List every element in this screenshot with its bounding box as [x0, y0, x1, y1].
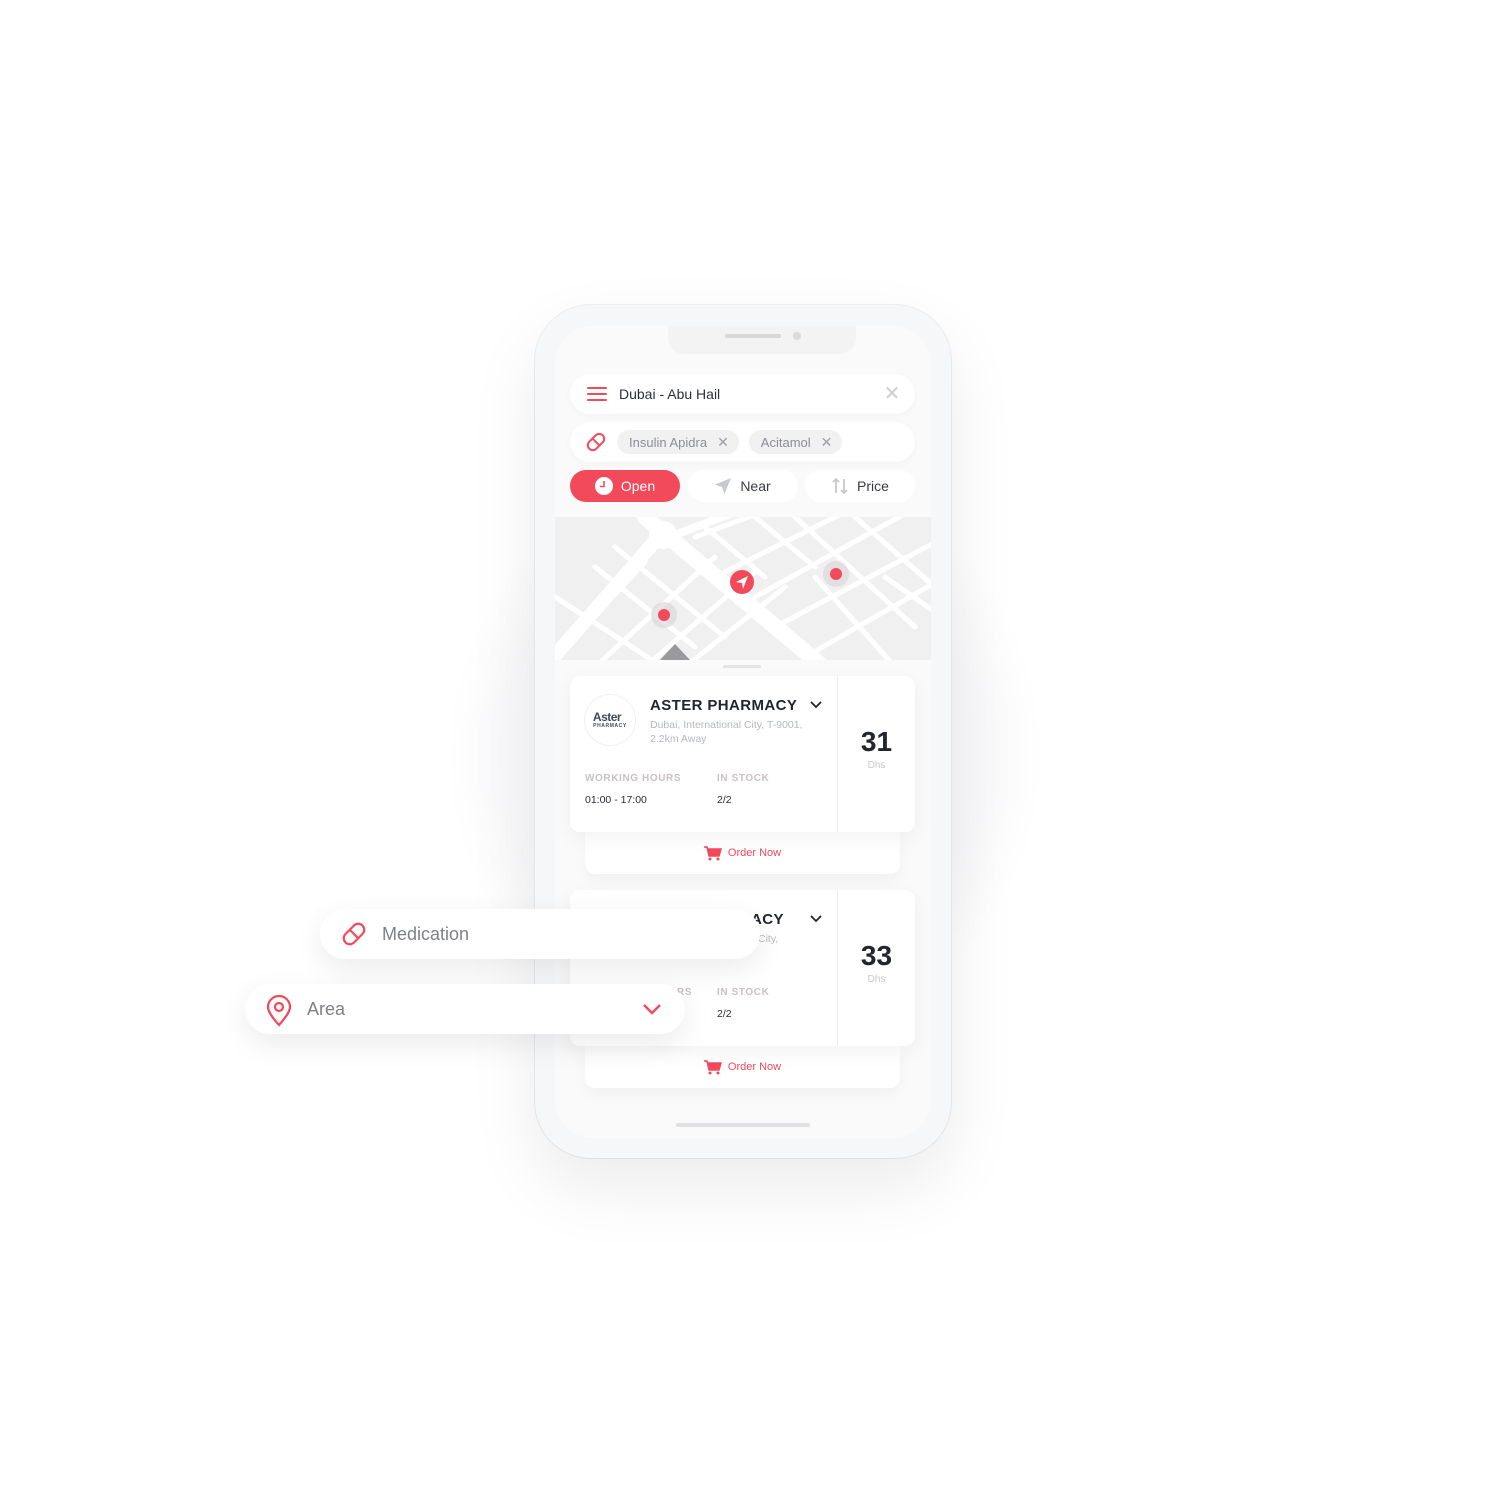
filter-open-button[interactable]: Open — [570, 470, 680, 502]
map-streets — [555, 517, 931, 660]
map-view[interactable] — [555, 517, 931, 660]
current-location-marker[interactable] — [730, 570, 754, 594]
order-now-label: Order Now — [727, 1061, 782, 1073]
pharmacy-name: ASTER PHARMACY — [650, 697, 798, 714]
speaker-grille — [725, 334, 781, 338]
logo-subtext: PHARMACY — [593, 723, 627, 729]
chevron-down-icon[interactable] — [809, 912, 823, 926]
medication-search-bar[interactable]: Insulin Apidra ✕ Acitamol ✕ — [570, 422, 915, 462]
clock-icon — [594, 477, 613, 495]
remove-chip-icon[interactable]: ✕ — [821, 434, 833, 451]
medication-input[interactable]: Medication — [320, 909, 760, 959]
chevron-down-icon[interactable] — [809, 698, 823, 712]
price-value: 31 — [860, 726, 893, 757]
pharmacy-marker[interactable] — [823, 561, 849, 587]
order-now-label: Order Now — [727, 847, 782, 859]
chip-label: Acitamol — [760, 434, 811, 450]
working-hours-label: WORKING HOURS — [585, 773, 682, 784]
close-icon[interactable]: ✕ — [877, 379, 907, 409]
location-pin-icon — [265, 995, 293, 1027]
location-value[interactable]: Dubai - Abu Hail — [619, 386, 877, 402]
in-stock-value: 2/2 — [717, 794, 732, 806]
logo-text: Aster — [592, 710, 622, 724]
pharmacy-marker[interactable] — [651, 602, 677, 628]
front-camera — [793, 332, 801, 340]
chevron-down-icon[interactable] — [641, 1002, 663, 1016]
location-search-bar[interactable]: Dubai - Abu Hail ✕ — [570, 374, 915, 414]
price-column: 33 Dhs — [837, 890, 915, 1046]
filter-bar: Open Near Price — [570, 470, 915, 502]
sheet-drag-handle[interactable] — [723, 665, 761, 668]
remove-chip-icon[interactable]: ✕ — [717, 434, 729, 451]
pharmacy-logo: Aster PHARMACY — [584, 694, 636, 746]
pill-icon — [340, 920, 368, 948]
filter-open-label: Open — [620, 478, 656, 494]
filter-price-button[interactable]: Price — [805, 470, 915, 502]
medication-chip: Insulin Apidra ✕ — [617, 430, 739, 454]
pill-icon — [585, 431, 607, 453]
pharmacy-address: Dubai, International City, T-9001, 2.2km… — [650, 719, 803, 745]
filter-near-button[interactable]: Near — [687, 470, 798, 502]
price-column: 31 Dhs — [837, 676, 915, 832]
cart-icon — [703, 1059, 722, 1075]
medication-placeholder: Medication — [382, 923, 470, 944]
phone-notch — [668, 326, 856, 354]
cart-icon — [703, 845, 722, 861]
currency-label: Dhs — [867, 974, 886, 985]
currency-label: Dhs — [867, 760, 886, 771]
navigation-arrow-icon — [714, 477, 732, 495]
filter-price-label: Price — [857, 478, 889, 494]
medication-chip: Acitamol ✕ — [748, 430, 843, 454]
in-stock-label: IN STOCK — [717, 987, 770, 998]
pharmacy-card[interactable]: Aster PHARMACY ASTER PHARMACY Dubai, Int… — [570, 676, 915, 832]
price-value: 33 — [860, 940, 893, 971]
home-indicator — [676, 1123, 810, 1127]
working-hours-value: 01:00 - 17:00 — [585, 794, 647, 806]
hamburger-icon[interactable] — [587, 387, 607, 401]
chip-label: Insulin Apidra — [629, 434, 708, 450]
order-now-button[interactable]: Order Now — [585, 832, 900, 874]
sort-arrows-icon — [831, 477, 849, 495]
area-select[interactable]: Area — [245, 984, 685, 1034]
filter-near-label: Near — [740, 478, 771, 494]
area-placeholder: Area — [307, 998, 346, 1019]
in-stock-value: 2/2 — [717, 1008, 732, 1020]
in-stock-label: IN STOCK — [717, 773, 770, 784]
order-now-button[interactable]: Order Now — [585, 1046, 900, 1088]
